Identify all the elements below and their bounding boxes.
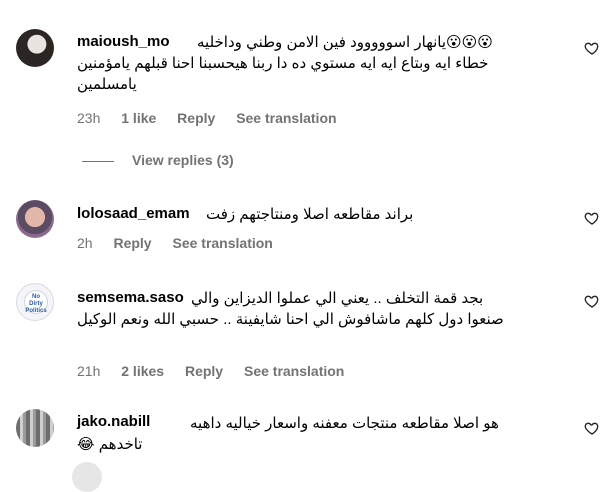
comment-meta: 23h 1 like Reply See translation: [77, 110, 354, 126]
see-translation-button[interactable]: See translation: [236, 110, 336, 126]
avatar[interactable]: [16, 200, 54, 238]
comment-text: بجد قمة التخلف .. يعني الي عملوا الديزاي…: [77, 288, 528, 330]
reply-button[interactable]: Reply: [185, 363, 223, 379]
see-translation-button[interactable]: See translation: [244, 363, 344, 379]
view-replies-label: View replies (3): [132, 152, 234, 168]
avatar[interactable]: [16, 409, 54, 447]
comment-text-line: هو اصلا مقاطعه منتجات معفنه واسعار خيالي…: [190, 415, 499, 432]
comment-meta: 21h 2 likes Reply See translation: [77, 363, 361, 379]
avatar[interactable]: [16, 29, 54, 67]
comment-meta: 2h Reply See translation: [77, 235, 290, 251]
comment-time: 23h: [77, 110, 101, 126]
comment-text-rest: تاخدهم 😂: [77, 436, 143, 453]
comment-likes[interactable]: 2 likes: [121, 363, 164, 379]
reply-button[interactable]: Reply: [113, 235, 151, 251]
avatar[interactable]: No Dirty Politics: [16, 283, 54, 321]
comment-text: 😮😮😮يانهار اسووووود فين الامن وطني وداخلي…: [77, 32, 528, 95]
comment-text-rest: خطاء ايه وبتاع ايه ايه مستوي ده دا ربنا …: [77, 55, 489, 93]
see-translation-button[interactable]: See translation: [172, 235, 272, 251]
divider-line: [82, 160, 114, 162]
heart-outline-icon[interactable]: [584, 293, 600, 309]
avatar[interactable]: [72, 462, 102, 492]
comment-username[interactable]: jako.nabill: [77, 413, 150, 430]
comment-likes[interactable]: 1 like: [121, 110, 156, 126]
comment-text-rest: صنعوا دول كلهم ماشافوش الي احنا شايفينة …: [77, 311, 504, 328]
comment-time: 21h: [77, 363, 101, 379]
avatar-badge-text: No Dirty Politics: [24, 290, 48, 314]
comment-time: 2h: [77, 235, 93, 251]
comment-username[interactable]: lolosaad_emam: [77, 205, 190, 222]
comment-text-line: بجد قمة التخلف .. يعني الي عملوا الديزاي…: [191, 290, 484, 307]
comment-text: براند مقاطعه اصلا ومنتاجتهم زفت: [206, 206, 414, 223]
heart-outline-icon[interactable]: [584, 420, 600, 436]
view-replies-button[interactable]: View replies (3): [82, 152, 234, 168]
heart-outline-icon[interactable]: [584, 210, 600, 226]
comment-text-line: 😮😮😮يانهار اسووووود فين الامن وطني وداخلي…: [197, 34, 493, 51]
heart-outline-icon[interactable]: [584, 40, 600, 56]
reply-button[interactable]: Reply: [177, 110, 215, 126]
